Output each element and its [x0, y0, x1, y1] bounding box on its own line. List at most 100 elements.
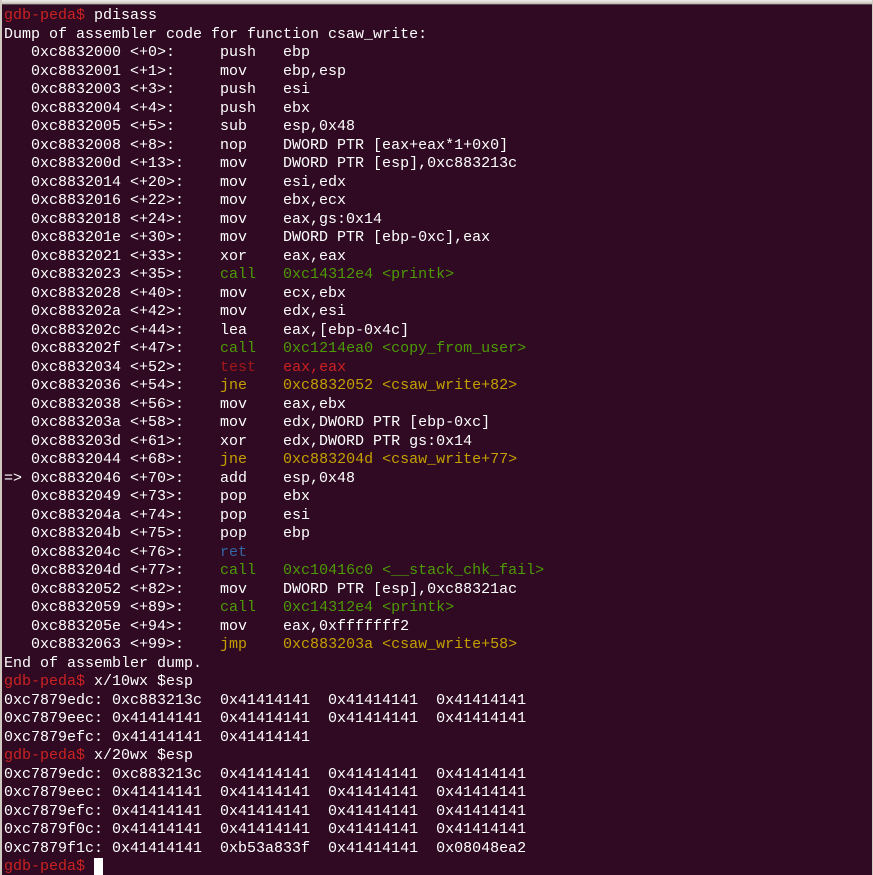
- text-segment: jmp 0xc883203a <csaw_write+58>: [220, 636, 517, 653]
- text-segment: 0xc883202a <+42>: mov edx,esi: [4, 303, 346, 320]
- terminal-line: 0xc883205e <+94>: mov eax,0xfffffff2: [4, 618, 872, 637]
- terminal-line: 0xc883204c <+76>: ret: [4, 544, 872, 563]
- terminal-line: 0xc8832044 <+68>: jne 0xc883204d <csaw_w…: [4, 451, 872, 470]
- terminal-line: 0xc7879f0c: 0x41414141 0x41414141 0x4141…: [4, 821, 872, 840]
- terminal-line: 0xc8832004 <+4>: push ebx: [4, 100, 872, 119]
- text-segment: 0xc8832016 <+22>: mov ebx,ecx: [4, 192, 346, 209]
- terminal-line: gdb-peda$ x/20wx $esp: [4, 747, 872, 766]
- terminal-line: 0xc883202a <+42>: mov edx,esi: [4, 303, 872, 322]
- text-segment: 0xc8832021 <+33>: xor eax,eax: [4, 248, 346, 265]
- text-segment: ret: [220, 544, 247, 561]
- text-segment: call 0xc1214ea0 <copy_from_user>: [220, 340, 526, 357]
- terminal-line: 0xc8832036 <+54>: jne 0xc8832052 <csaw_w…: [4, 377, 872, 396]
- terminal-line: 0xc7879f1c: 0x41414141 0xb53a833f 0x4141…: [4, 840, 872, 859]
- text-segment: 0xc8832000 <+0>: push ebp: [4, 44, 310, 61]
- text-segment: Dump of assembler code for function csaw…: [4, 26, 427, 43]
- text-segment: [85, 858, 94, 875]
- prompt-label: gdb-peda$: [4, 673, 85, 690]
- terminal-line: 0xc8832005 <+5>: sub esp,0x48: [4, 118, 872, 137]
- text-segment: 0xc8832049 <+73>: pop ebx: [4, 488, 310, 505]
- text-segment: 0xc8832028 <+40>: mov ecx,ebx: [4, 285, 346, 302]
- text-segment: call 0xc14312e4 <printk>: [220, 266, 454, 283]
- text-segment: 0xc7879eec: 0x41414141 0x41414141 0x4141…: [4, 710, 526, 727]
- terminal-line: 0xc8832063 <+99>: jmp 0xc883203a <csaw_w…: [4, 636, 872, 655]
- text-segment: 0xc7879efc: 0x41414141 0x41414141 0x4141…: [4, 803, 526, 820]
- text-segment: test: [220, 359, 283, 376]
- text-segment: 0xc8832036 <+54>:: [4, 377, 220, 394]
- text-segment: 0xc8832014 <+20>: mov esi,edx: [4, 174, 346, 191]
- text-segment: call 0xc10416c0 <__stack_chk_fail>: [220, 562, 544, 579]
- text-segment: 0xc883203d <+61>: xor edx,DWORD PTR gs:0…: [4, 433, 472, 450]
- text-segment: 0xc883202f <+47>:: [4, 340, 220, 357]
- text-segment: 0xc7879eec: 0x41414141 0x41414141 0x4141…: [4, 784, 526, 801]
- text-segment: 0xc883205e <+94>: mov eax,0xfffffff2: [4, 618, 409, 635]
- text-segment: 0xc883204c <+76>:: [4, 544, 220, 561]
- text-segment: 0xc8832003 <+3>: push esi: [4, 81, 310, 98]
- text-segment: pdisass: [85, 7, 157, 24]
- terminal-line: 0xc883202f <+47>: call 0xc1214ea0 <copy_…: [4, 340, 872, 359]
- terminal-line: 0xc8832034 <+52>: test eax,eax: [4, 359, 872, 378]
- text-segment: 0xc8832038 <+56>: mov eax,ebx: [4, 396, 346, 413]
- prompt-label: gdb-peda$: [4, 747, 85, 764]
- terminal-line: 0xc8832008 <+8>: nop DWORD PTR [eax+eax*…: [4, 137, 872, 156]
- terminal-line: 0xc7879efc: 0x41414141 0x41414141 0x4141…: [4, 803, 872, 822]
- text-segment: 0xc8832052 <+82>: mov DWORD PTR [esp],0x…: [4, 581, 517, 598]
- terminal-line: 0xc8832003 <+3>: push esi: [4, 81, 872, 100]
- text-segment: call 0xc14312e4 <printk>: [220, 599, 454, 616]
- terminal-line: 0xc8832038 <+56>: mov eax,ebx: [4, 396, 872, 415]
- text-segment: x/10wx $esp: [85, 673, 193, 690]
- terminal-line: 0xc883204b <+75>: pop ebp: [4, 525, 872, 544]
- terminal-line: 0xc883202c <+44>: lea eax,[ebp-0x4c]: [4, 322, 872, 341]
- terminal-line: End of assembler dump.: [4, 655, 872, 674]
- text-segment: 0xc8832004 <+4>: push ebx: [4, 100, 310, 117]
- terminal-line: gdb-peda$: [4, 858, 872, 875]
- text-segment: 0xc883200d <+13>: mov DWORD PTR [esp],0x…: [4, 155, 517, 172]
- terminal-line: 0xc883203a <+58>: mov edx,DWORD PTR [ebp…: [4, 414, 872, 433]
- prompt-label: gdb-peda$: [4, 858, 85, 875]
- terminal-line: 0xc8832018 <+24>: mov eax,gs:0x14: [4, 211, 872, 230]
- terminal-line: 0xc8832021 <+33>: xor eax,eax: [4, 248, 872, 267]
- text-segment: 0xc8832059 <+89>:: [4, 599, 220, 616]
- terminal-line: gdb-peda$ pdisass: [4, 7, 872, 26]
- text-segment: jne 0xc883204d <csaw_write+77>: [220, 451, 517, 468]
- text-segment: 0xc8832023 <+35>:: [4, 266, 220, 283]
- terminal-line: 0xc7879edc: 0xc883213c 0x41414141 0x4141…: [4, 766, 872, 785]
- terminal-line: 0xc7879eec: 0x41414141 0x41414141 0x4141…: [4, 710, 872, 729]
- terminal-line: 0xc883204a <+74>: pop esi: [4, 507, 872, 526]
- terminal-line: 0xc8832000 <+0>: push ebp: [4, 44, 872, 63]
- terminal-line: 0xc7879edc: 0xc883213c 0x41414141 0x4141…: [4, 692, 872, 711]
- text-segment: 0xc8832044 <+68>:: [4, 451, 220, 468]
- terminal-line: 0xc7879eec: 0x41414141 0x41414141 0x4141…: [4, 784, 872, 803]
- terminal-line: 0xc883201e <+30>: mov DWORD PTR [ebp-0xc…: [4, 229, 872, 248]
- terminal-line: 0xc883204d <+77>: call 0xc10416c0 <__sta…: [4, 562, 872, 581]
- terminal-line: gdb-peda$ x/10wx $esp: [4, 673, 872, 692]
- text-segment: End of assembler dump.: [4, 655, 202, 672]
- text-segment: 0xc8832008 <+8>: nop DWORD PTR [eax+eax*…: [4, 137, 508, 154]
- text-segment: x/20wx $esp: [85, 747, 193, 764]
- terminal-line: 0xc8832023 <+35>: call 0xc14312e4 <print…: [4, 266, 872, 285]
- terminal-line: 0xc8832001 <+1>: mov ebp,esp: [4, 63, 872, 82]
- terminal-line: 0xc8832052 <+82>: mov DWORD PTR [esp],0x…: [4, 581, 872, 600]
- text-segment: jne 0xc8832052 <csaw_write+82>: [220, 377, 517, 394]
- terminal-line: 0xc8832028 <+40>: mov ecx,ebx: [4, 285, 872, 304]
- text-segment: eax,eax: [283, 359, 346, 376]
- text-segment: 0xc8832005 <+5>: sub esp,0x48: [4, 118, 355, 135]
- terminal-cursor: [94, 858, 103, 875]
- terminal-output[interactable]: gdb-peda$ pdisassDump of assembler code …: [2, 5, 872, 875]
- terminal-line: 0xc8832016 <+22>: mov ebx,ecx: [4, 192, 872, 211]
- terminal-line: 0xc883203d <+61>: xor edx,DWORD PTR gs:0…: [4, 433, 872, 452]
- terminal-line: 0xc883200d <+13>: mov DWORD PTR [esp],0x…: [4, 155, 872, 174]
- text-segment: 0xc7879f1c: 0x41414141 0xb53a833f 0x4141…: [4, 840, 526, 857]
- text-segment: 0xc7879f0c: 0x41414141 0x41414141 0x4141…: [4, 821, 526, 838]
- terminal-window: gdb-peda$ pdisassDump of assembler code …: [0, 0, 873, 875]
- terminal-line: 0xc8832049 <+73>: pop ebx: [4, 488, 872, 507]
- terminal-line: Dump of assembler code for function csaw…: [4, 26, 872, 45]
- terminal-line: => 0xc8832046 <+70>: add esp,0x48: [4, 470, 872, 489]
- text-segment: 0xc883202c <+44>: lea eax,[ebp-0x4c]: [4, 322, 409, 339]
- text-segment: 0xc883204a <+74>: pop esi: [4, 507, 310, 524]
- text-segment: 0xc883201e <+30>: mov DWORD PTR [ebp-0xc…: [4, 229, 490, 246]
- text-segment: 0xc883204b <+75>: pop ebp: [4, 525, 310, 542]
- text-segment: 0xc8832063 <+99>:: [4, 636, 220, 653]
- text-segment: 0xc7879edc: 0xc883213c 0x41414141 0x4141…: [4, 766, 526, 783]
- text-segment: 0xc8832018 <+24>: mov eax,gs:0x14: [4, 211, 382, 228]
